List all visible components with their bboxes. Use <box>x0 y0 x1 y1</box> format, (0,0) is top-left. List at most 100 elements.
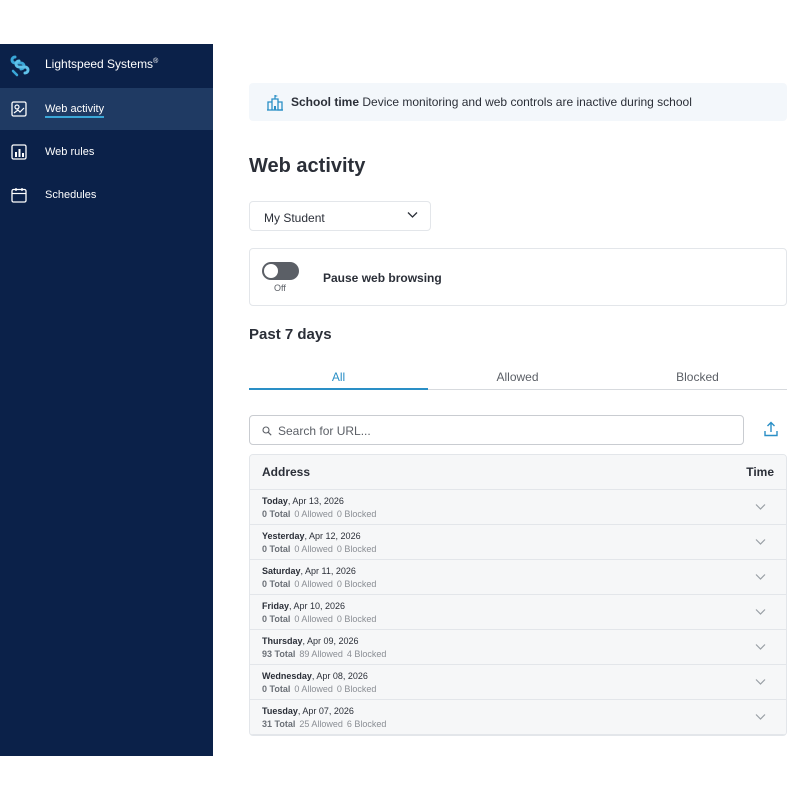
row-stats: 0 Total 0 Allowed 0 Blocked <box>262 579 376 589</box>
table-row[interactable]: Saturday, Apr 11, 2026 0 Total 0 Allowed 0 … <box>250 560 786 595</box>
table-row[interactable]: Friday, Apr 10, 2026 0 Total 0 Allowed 0 Bl… <box>250 595 786 630</box>
row-stats: 0 Total 0 Allowed 0 Blocked <box>262 684 376 694</box>
school-time-banner: School time Device monitoring and web co… <box>249 83 787 121</box>
sidebar-item-web-activity[interactable]: Web activity <box>0 88 213 130</box>
row-date-text: , Apr 07, 2026 <box>297 706 354 716</box>
row-allowed: 89 Allowed <box>299 649 343 659</box>
row-allowed: 0 Allowed <box>294 544 333 554</box>
row-allowed: 0 Allowed <box>294 579 333 589</box>
row-stats: 31 Total 25 Allowed 6 Blocked <box>262 719 386 729</box>
column-header-address: Address <box>262 465 311 479</box>
row-stats: 0 Total 0 Allowed 0 Blocked <box>262 544 376 554</box>
search-input[interactable] <box>278 422 718 440</box>
row-blocked: 0 Blocked <box>336 544 377 554</box>
row-allowed: 0 Allowed <box>294 509 333 519</box>
row-date: Wednesday, Apr 08, 2026 <box>262 671 368 681</box>
chevron-down-icon[interactable] <box>755 608 766 616</box>
tab-allowed[interactable]: Allowed <box>428 367 607 390</box>
school-icon <box>267 95 283 111</box>
row-date: Saturday, Apr 11, 2026 <box>262 566 356 576</box>
row-date-text: , Apr 10, 2026 <box>289 601 346 611</box>
filter-tabs: All Allowed Blocked <box>249 367 787 390</box>
row-day: Thursday <box>262 636 303 646</box>
row-day: Saturday <box>262 566 301 576</box>
toggle-knob <box>264 264 278 278</box>
chevron-down-icon[interactable] <box>755 503 766 511</box>
row-total: 0 Total <box>262 579 291 589</box>
row-date-text: , Apr 12, 2026 <box>304 531 361 541</box>
page-title: Web activity <box>249 155 366 177</box>
row-total: 0 Total <box>262 684 291 694</box>
section-title: Past 7 days <box>249 326 332 343</box>
tab-blocked[interactable]: Blocked <box>608 367 787 390</box>
chevron-down-icon <box>407 212 418 218</box>
sidebar-item-label: Schedules <box>45 189 97 201</box>
row-day: Tuesday <box>262 706 298 716</box>
pause-browsing-label: Pause web browsing <box>323 271 442 285</box>
column-header-time: Time <box>746 465 774 479</box>
activity-table: Address Time Today, Apr 13, 2026 0 Total 0… <box>249 454 787 736</box>
table-row[interactable]: Today, Apr 13, 2026 0 Total 0 Allowed 0 Blo… <box>250 490 786 525</box>
table-row[interactable]: Thursday, Apr 09, 2026 93 Total 89 Allowed… <box>250 630 786 665</box>
row-total: 0 Total <box>262 544 291 554</box>
row-date: Tuesday, Apr 07, 2026 <box>262 706 354 716</box>
student-select-value: My Student <box>264 211 325 225</box>
row-total: 31 Total <box>262 719 296 729</box>
row-blocked: 0 Blocked <box>336 684 377 694</box>
sidebar-item-web-rules[interactable]: Web rules <box>0 131 213 173</box>
chevron-down-icon[interactable] <box>755 643 766 651</box>
row-day: Wednesday <box>262 671 312 681</box>
calendar-icon <box>11 188 27 203</box>
brand: Lightspeed Systems® <box>0 44 213 88</box>
row-date: Thursday, Apr 09, 2026 <box>262 636 359 646</box>
table-row[interactable]: Wednesday, Apr 08, 2026 0 Total 0 Allowed 0… <box>250 665 786 700</box>
row-blocked: 0 Blocked <box>336 579 377 589</box>
search-icon <box>262 426 272 436</box>
row-date-text: , Apr 13, 2026 <box>287 496 344 506</box>
row-total: 0 Total <box>262 614 291 624</box>
chevron-down-icon[interactable] <box>755 573 766 581</box>
banner-title: School time <box>291 95 360 109</box>
row-date: Yesterday, Apr 12, 2026 <box>262 531 361 541</box>
row-total: 93 Total <box>262 649 296 659</box>
row-allowed: 0 Allowed <box>294 614 333 624</box>
row-date-text: , Apr 11, 2026 <box>300 566 356 576</box>
row-date-text: , Apr 08, 2026 <box>311 671 368 681</box>
row-blocked: 0 Blocked <box>336 509 377 519</box>
row-date: Friday, Apr 10, 2026 <box>262 601 345 611</box>
row-day: Yesterday <box>262 531 305 541</box>
row-stats: 0 Total 0 Allowed 0 Blocked <box>262 509 376 519</box>
web-activity-icon <box>11 101 27 117</box>
sidebar-item-label: Web activity <box>45 103 105 118</box>
table-header: Address Time <box>250 455 786 490</box>
row-allowed: 0 Allowed <box>294 684 333 694</box>
row-stats: 0 Total 0 Allowed 0 Blocked <box>262 614 376 624</box>
search-box <box>249 415 744 445</box>
banner-message: Device monitoring and web controls are i… <box>362 95 692 109</box>
export-icon[interactable] <box>763 421 779 437</box>
pause-browsing-toggle[interactable] <box>262 262 299 280</box>
sidebar: Lightspeed Systems® Web activity Web rul… <box>0 44 213 756</box>
row-blocked: 6 Blocked <box>346 719 387 729</box>
table-row[interactable]: Yesterday, Apr 12, 2026 0 Total 0 Allowed 0… <box>250 525 786 560</box>
row-allowed: 25 Allowed <box>299 719 343 729</box>
tab-all[interactable]: All <box>249 367 428 390</box>
table-row[interactable]: Tuesday, Apr 07, 2026 31 Total 25 Allowed 6… <box>250 700 786 735</box>
lightspeed-logo-icon <box>10 55 30 77</box>
row-stats: 93 Total 89 Allowed 4 Blocked <box>262 649 386 659</box>
sidebar-item-label: Web rules <box>45 146 95 158</box>
row-day: Today <box>262 496 288 506</box>
sidebar-item-schedules[interactable]: Schedules <box>0 174 213 216</box>
chevron-down-icon[interactable] <box>755 538 766 546</box>
row-date: Today, Apr 13, 2026 <box>262 496 344 506</box>
row-date-text: , Apr 09, 2026 <box>302 636 359 646</box>
chevron-down-icon[interactable] <box>755 713 766 721</box>
banner-text: School time Device monitoring and web co… <box>291 95 692 109</box>
row-blocked: 4 Blocked <box>346 649 387 659</box>
row-day: Friday <box>262 601 290 611</box>
pause-browsing-card: Off Pause web browsing <box>249 248 787 306</box>
brand-name: Lightspeed Systems® <box>45 57 159 71</box>
student-select[interactable]: My Student <box>249 201 431 231</box>
chart-icon <box>11 144 27 160</box>
chevron-down-icon[interactable] <box>755 678 766 686</box>
